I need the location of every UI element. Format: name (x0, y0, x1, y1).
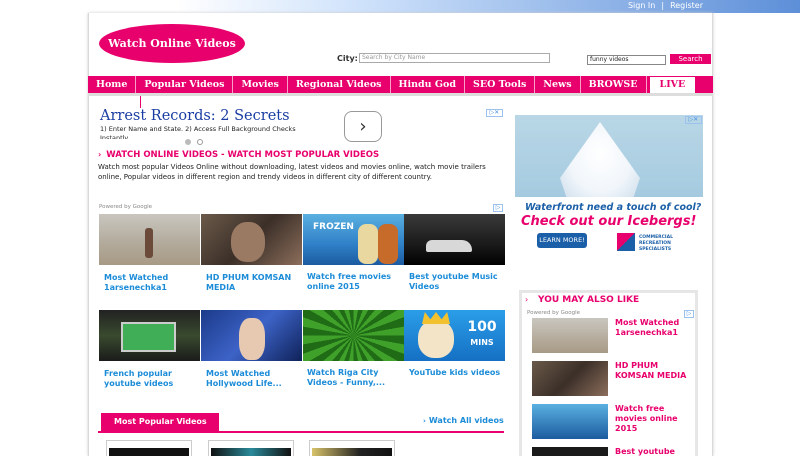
video-thumbnail[interactable] (303, 310, 404, 361)
link-separator: | (661, 1, 665, 10)
ad-next-arrow-icon[interactable]: › (344, 111, 382, 142)
learn-more-button[interactable]: LEARN MORE! (537, 233, 587, 248)
adchoices-icon[interactable]: ▷ (493, 204, 503, 212)
popular-video-thumbnail[interactable] (309, 440, 395, 456)
sign-in-link[interactable]: Sign In (628, 1, 655, 10)
section-caret-icon: › (98, 150, 102, 159)
watch-all-videos-link[interactable]: › Watch All videos (423, 416, 504, 425)
search-input[interactable]: funny videos (587, 55, 666, 65)
main-nav: Home Popular Videos Movies Regional Vide… (88, 76, 713, 93)
company-name: COMMERCIAL RECREATION SPECIALISTS (639, 235, 673, 252)
sidebar-video-title[interactable]: Watch free movies online 2015 (615, 404, 693, 434)
sidebar-video-thumbnail[interactable] (532, 361, 608, 396)
sidebar-video-thumbnail[interactable] (532, 318, 608, 353)
link-caret-icon: › (423, 417, 426, 425)
search-button[interactable]: Search (670, 54, 711, 64)
account-links: Sign In | Register (625, 1, 706, 10)
video-thumbnail[interactable] (404, 214, 505, 265)
watch-all-label[interactable]: Watch All videos (429, 416, 504, 425)
nav-movies[interactable]: Movies (233, 76, 288, 93)
video-thumbnail[interactable] (201, 214, 302, 265)
nav-shadow (88, 93, 713, 96)
sidebar-video-thumbnail[interactable] (532, 447, 608, 456)
adchoices-icon[interactable]: ▷✕ (685, 116, 702, 124)
video-thumbnail[interactable]: FROZEN (303, 214, 404, 265)
video-title[interactable]: Watch Riga City Videos - Funny,... (307, 368, 405, 387)
sidebar-video-title[interactable]: HD PHUM KOMSAN MEDIA (615, 361, 693, 381)
video-title[interactable]: French popular youtube videos (104, 369, 202, 388)
sidebar-video-title[interactable]: Most Watched 1arsenechka1 (615, 318, 693, 338)
adchoices-icon[interactable]: ▷✕ (486, 109, 503, 117)
popular-video-thumbnail[interactable] (208, 440, 294, 456)
popular-video-thumbnail[interactable] (106, 440, 192, 456)
ad-dot-active[interactable] (185, 139, 191, 145)
sidebar-caret-icon: › (525, 295, 529, 304)
video-title[interactable]: Most Watched 1arsenechka1 (104, 273, 202, 292)
divider (140, 96, 141, 108)
video-title[interactable]: YouTube kids videos (409, 368, 507, 378)
video-thumbnail[interactable] (99, 310, 200, 361)
nav-seo-tools[interactable]: SEO Tools (465, 76, 536, 93)
iceberg-image (560, 122, 640, 202)
register-link[interactable]: Register (670, 1, 703, 10)
nav-live[interactable]: LIVE (649, 77, 696, 93)
city-label: City: (337, 54, 358, 63)
video-thumbnail[interactable] (201, 310, 302, 361)
video-thumbnail[interactable] (99, 214, 200, 265)
nav-home[interactable]: Home (88, 76, 137, 93)
nav-hindu-god[interactable]: Hindu God (391, 76, 465, 93)
section-description: Watch most popular Videos Online without… (98, 163, 486, 181)
sidebar-video-thumbnail[interactable] (532, 404, 608, 439)
powered-by-google: Powered by Google (99, 204, 153, 210)
video-title[interactable]: HD PHUM KOMSAN MEDIA (206, 273, 304, 292)
nav-news[interactable]: News (535, 76, 581, 93)
tab-most-popular[interactable]: Most Popular Videos (101, 413, 219, 431)
adchoices-icon[interactable]: ▷ (684, 310, 694, 318)
sidebar-video-title[interactable]: Best youtube (615, 447, 693, 456)
ad-title[interactable]: Arrest Records: 2 Secrets (100, 108, 290, 124)
ad-line-1: Waterfront need a touch of cool? (525, 202, 702, 213)
thumb-badge: 100 MINS (467, 319, 497, 347)
tab-underline (98, 431, 504, 433)
ad-banner-content: Waterfront need a touch of cool? Check o… (515, 197, 703, 271)
top-bar: Sign In | Register (0, 0, 800, 13)
right-ad-banner[interactable]: Waterfront need a touch of cool? Check o… (515, 115, 703, 271)
video-thumbnail[interactable]: 100 MINS (404, 310, 505, 361)
ad-line-2: Check out our Icebergs! (521, 214, 697, 229)
nav-browse[interactable]: BROWSE (581, 76, 647, 93)
powered-by-google: Powered by Google (527, 310, 581, 316)
section-heading: › WATCH ONLINE VIDEOS - WATCH MOST POPULA… (98, 150, 379, 160)
top-ad[interactable]: Arrest Records: 2 Secrets 1) Enter Name … (98, 108, 504, 146)
company-logo (617, 233, 635, 251)
nav-regional-videos[interactable]: Regional Videos (288, 76, 391, 93)
sidebar-heading: YOU MAY ALSO LIKE (538, 295, 640, 305)
section-title: WATCH ONLINE VIDEOS - WATCH MOST POPULAR… (106, 150, 380, 160)
video-title[interactable]: Watch free movies online 2015 (307, 272, 405, 291)
video-title[interactable]: Most Watched Hollywood Life... (206, 369, 304, 388)
site-logo[interactable]: Watch Online Videos (99, 24, 245, 63)
nav-popular-videos[interactable]: Popular Videos (136, 76, 234, 93)
video-title[interactable]: Best youtube Music Videos (409, 272, 507, 291)
city-search-input[interactable]: Search by City Name (359, 53, 550, 63)
ad-dot[interactable] (197, 139, 203, 145)
ad-text: 1) Enter Name and State. 2) Access Full … (100, 125, 296, 139)
